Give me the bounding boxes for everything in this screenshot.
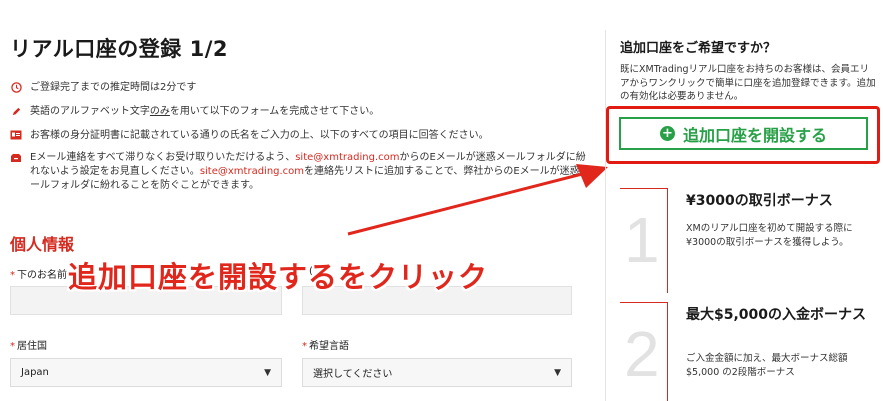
cta-highlight-frame: + 追加口座を開設する bbox=[606, 106, 880, 164]
additional-account-sidebar: 追加口座をご希望ですか？ 既にXMTradingリアル口座をお持ちのお客様は、会… bbox=[606, 0, 883, 401]
inbox-icon bbox=[10, 152, 22, 164]
first-name-label: * 下のお名前 bbox=[10, 270, 67, 281]
bonus-description: ご入金金額に加え、最大ボーナス総額$5,000 の2段階ボーナス bbox=[686, 353, 848, 378]
bonus-card-trading: 1 ¥3000の取引ボーナス XMのリアル口座を初めて開設する際に¥3000の取… bbox=[620, 188, 880, 296]
bonus-title: 最大$5,000の入金ボーナス bbox=[686, 307, 867, 323]
bonus-description: XMのリアル口座を初めて開設する際に¥3000の取引ボーナスを獲得しよう。 bbox=[686, 223, 853, 248]
open-additional-account-button[interactable]: + 追加口座を開設する bbox=[619, 117, 868, 150]
annotation-instruction: 追加口座を開設するをクリック bbox=[68, 260, 489, 294]
sidebar-description: 既にXMTradingリアル口座をお持ちのお客様は、会員エリアからワンクリックで… bbox=[620, 64, 876, 102]
annotation-arrow bbox=[347, 164, 608, 236]
id-card-icon bbox=[10, 129, 22, 141]
page-title: リアル口座の登録 1/2 bbox=[10, 37, 228, 61]
caret-down-icon: ▼ bbox=[554, 367, 561, 378]
section-title-personal-info: 個人情報 bbox=[10, 235, 75, 254]
plus-circle-icon: + bbox=[659, 126, 675, 141]
country-select[interactable]: Japan ▼ bbox=[10, 358, 282, 387]
bonus-card-deposit: 2 最大$5,000の入金ボーナス ご入金金額に加え、最大ボーナス総額$5,00… bbox=[620, 302, 880, 401]
pencil-icon bbox=[10, 105, 22, 117]
bonus-title: ¥3000の取引ボーナス bbox=[686, 193, 833, 209]
language-select[interactable]: 選択してください ▼ bbox=[302, 358, 572, 387]
note-estimated-time: ご登録完了までの推定時間は2分です bbox=[10, 80, 196, 95]
clock-icon bbox=[10, 81, 22, 93]
note-alphabet-only: 英語のアルファベット文字のみを用いて以下のフォームを完成させて下さい。 bbox=[10, 104, 379, 119]
language-label: * 希望言語 bbox=[302, 341, 349, 352]
country-label: * 居住国 bbox=[10, 341, 47, 352]
note-id-document: お客様の身分証明書に記載されている通りの氏名をご入力の上、以下のすべての項目に回… bbox=[10, 128, 489, 143]
support-email-link-2[interactable]: site@xmtrading.com bbox=[200, 166, 304, 177]
caret-down-icon: ▼ bbox=[264, 367, 271, 378]
bonus-number-box: 2 bbox=[620, 302, 668, 401]
sidebar-title: 追加口座をご希望ですか？ bbox=[620, 41, 777, 56]
bonus-number-box: 1 bbox=[620, 188, 668, 293]
